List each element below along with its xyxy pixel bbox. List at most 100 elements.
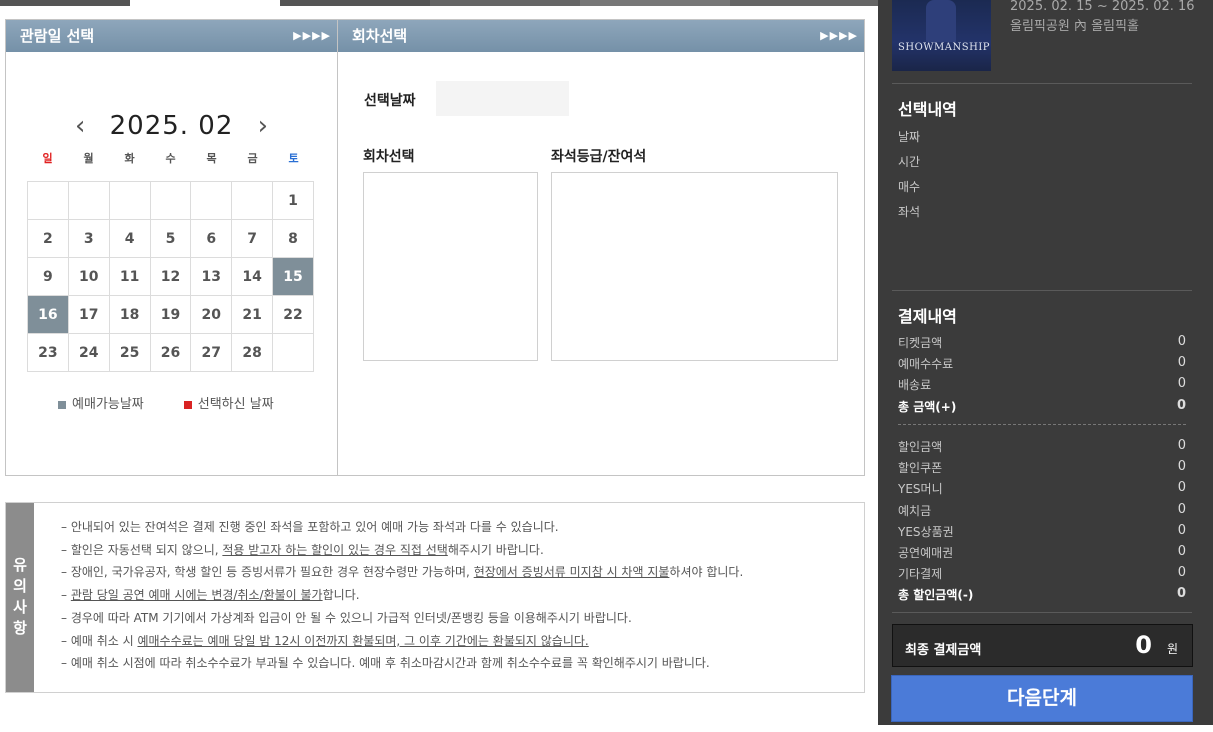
top-tab[interactable] [430,0,580,6]
payment-row-value: 0 [1177,438,1186,453]
payment-row: 티켓금액 0 [898,334,1186,351]
arrows-icon: ▶▶▶▶ [293,29,331,42]
payment-row-label: 공연예매권 [898,546,954,560]
final-amount-box: 최종 결제금액 0 원 [892,624,1193,667]
calendar-week: 23 24 25 26 27 28 [27,333,314,372]
payment-row-label: 배송료 [898,378,932,393]
legend-available: 예매가능날짜 [58,393,144,412]
weekday-label: 목 [206,152,217,165]
calendar-day: 10 [67,257,110,296]
calendar-day: 18 [108,295,151,334]
notice-text: – [61,588,71,603]
show-venue: 올림픽공원 內 올림픽홀 [1010,19,1139,34]
calendar-empty-cell [27,181,69,220]
notice-list: – 안내되어 있는 잔여석은 결제 진행 중인 좌석을 포함하고 있어 예매 가… [61,516,743,675]
calendar-day[interactable]: 15 [272,257,314,296]
payment-row: 배송료 0 [898,376,1186,393]
final-amount-label: 최종 결제금액 [905,643,982,658]
calendar-day: 17 [67,295,110,334]
date-panel-header: 관람일 선택 ▶▶▶▶ [6,20,337,52]
divider [892,83,1192,84]
payment-row: 총 금액(+) 0 [898,398,1186,415]
payment-row: 예치금 0 [898,502,1186,519]
payment-row-value: 0 [1177,459,1186,475]
payment-row: 예매수수료 0 [898,355,1186,372]
notice-side-char: 유 [13,556,27,574]
notice-side-char: 의 [13,577,27,595]
calendar-day: 27 [190,333,233,372]
selection-title: 선택내역 [898,100,957,119]
notice-text: 하셔야 합니다. [669,565,744,580]
calendar-day: 23 [27,333,69,372]
notice-item: – 예매 취소 시 예매수수료는 예매 당일 밤 12시 이전까지 환불되며, … [61,630,743,653]
legend-swatch [58,400,66,409]
notice-text: – 예매 취소 시 [61,633,138,648]
date-panel-title: 관람일 선택 [20,27,95,45]
calendar-day: 11 [108,257,151,296]
seat-grade-list[interactable] [551,172,838,361]
final-amount-value: 0 [1135,631,1152,659]
weekday-label: 금 [247,152,258,165]
calendar-empty-cell [108,181,151,220]
payment-row-label: 예치금 [898,503,932,518]
notice-text: – 경우에 따라 ATM 기기에서 가상계좌 입금이 안 될 수 있으니 가급적… [61,610,632,625]
calendar-nav: ‹ 2025. 02 › [6,110,337,141]
payment-row-value: 0 [1177,501,1186,517]
selection-field-label: 매수 [898,180,921,194]
dashed-divider [898,424,1186,425]
top-tab[interactable] [580,0,730,6]
notice-box: 유의사항 – 안내되어 있는 잔여석은 결제 진행 중인 좌석을 포함하고 있어… [5,502,865,693]
calendar-empty-cell [272,333,314,372]
calendar-day[interactable]: 16 [27,295,69,334]
calendar-day: 28 [231,333,274,372]
weekday-label: 월 [83,152,94,165]
chevron-right-icon[interactable]: › [242,111,284,141]
weekday-header: 일월화수목금토 [27,150,314,166]
notice-item: – 경우에 따라 ATM 기기에서 가상계좌 입금이 안 될 수 있으니 가급적… [61,607,743,630]
payment-row-label: YES머니 [898,482,943,497]
final-amount-unit: 원 [1166,642,1178,656]
legend-selected: 선택하신 날짜 [183,393,274,412]
calendar-day: 14 [231,257,274,296]
top-tab[interactable] [130,0,280,6]
show-dates: 2025. 02. 15 ~ 2025. 02. 16 [1010,0,1195,14]
calendar-day: 26 [149,333,192,372]
arrows-icon: ▶▶▶▶ [820,29,858,42]
payment-row-label: 티켓금액 [898,336,943,350]
date-select-panel: 관람일 선택 ▶▶▶▶ ‹ 2025. 02 › 일월화수목금토 1234567… [5,19,338,476]
calendar-day: 7 [231,219,274,258]
calendar-day: 24 [67,333,110,372]
payment-row-label: 할인금액 [898,440,943,454]
top-tab[interactable] [0,0,130,6]
round-panel-title: 회차선택 [352,27,408,45]
calendar-week: 1 [27,181,314,220]
show-info: 2025. 02. 15 ~ 2025. 02. 16 올림픽공원 內 올림픽홀 [1010,0,1195,37]
round-list[interactable] [363,172,538,361]
payment-row: 할인쿠폰 0 [898,459,1186,476]
top-tab[interactable] [280,0,430,6]
divider [892,612,1192,613]
top-tab[interactable] [730,0,878,6]
chevron-left-icon[interactable]: ‹ [59,111,101,141]
payment-row-label: 총 금액(+) [898,399,957,414]
calendar-day: 5 [149,219,192,258]
notice-text: 해주시기 바랍니다. [447,542,544,557]
weekday-label: 화 [124,152,135,165]
notice-item: – 장애인, 국가유공자, 학생 할인 등 증빙서류가 필요한 경우 현장수령만… [61,561,743,584]
payment-row-label: 총 할인금액(-) [898,588,974,603]
calendar-day: 21 [231,295,274,334]
calendar-day: 9 [27,257,69,296]
selection-field-label: 좌석 [898,205,921,219]
divider [892,290,1192,291]
notice-text: – 할인은 자동선택 되지 않으니, [61,542,223,557]
notice-emphasis: 예매수수료는 예매 당일 밤 12시 이전까지 환불되며, 그 이후 기간에는 … [137,633,589,648]
round-panel-header: 회차선택 ▶▶▶▶ [338,20,864,52]
legend-selected-label: 선택하신 날짜 [197,397,274,412]
round-label: 회차선택 [363,149,415,165]
notice-text: 합니다. [322,588,360,603]
payment-row-label: 할인쿠폰 [898,461,943,476]
notice-text: – 안내되어 있는 잔여석은 결제 진행 중인 좌석을 포함하고 있어 예매 가… [61,520,559,534]
legend-swatch [183,400,192,409]
next-step-button[interactable]: 다음단계 [891,675,1193,722]
payment-row: 공연예매권 0 [898,544,1186,561]
